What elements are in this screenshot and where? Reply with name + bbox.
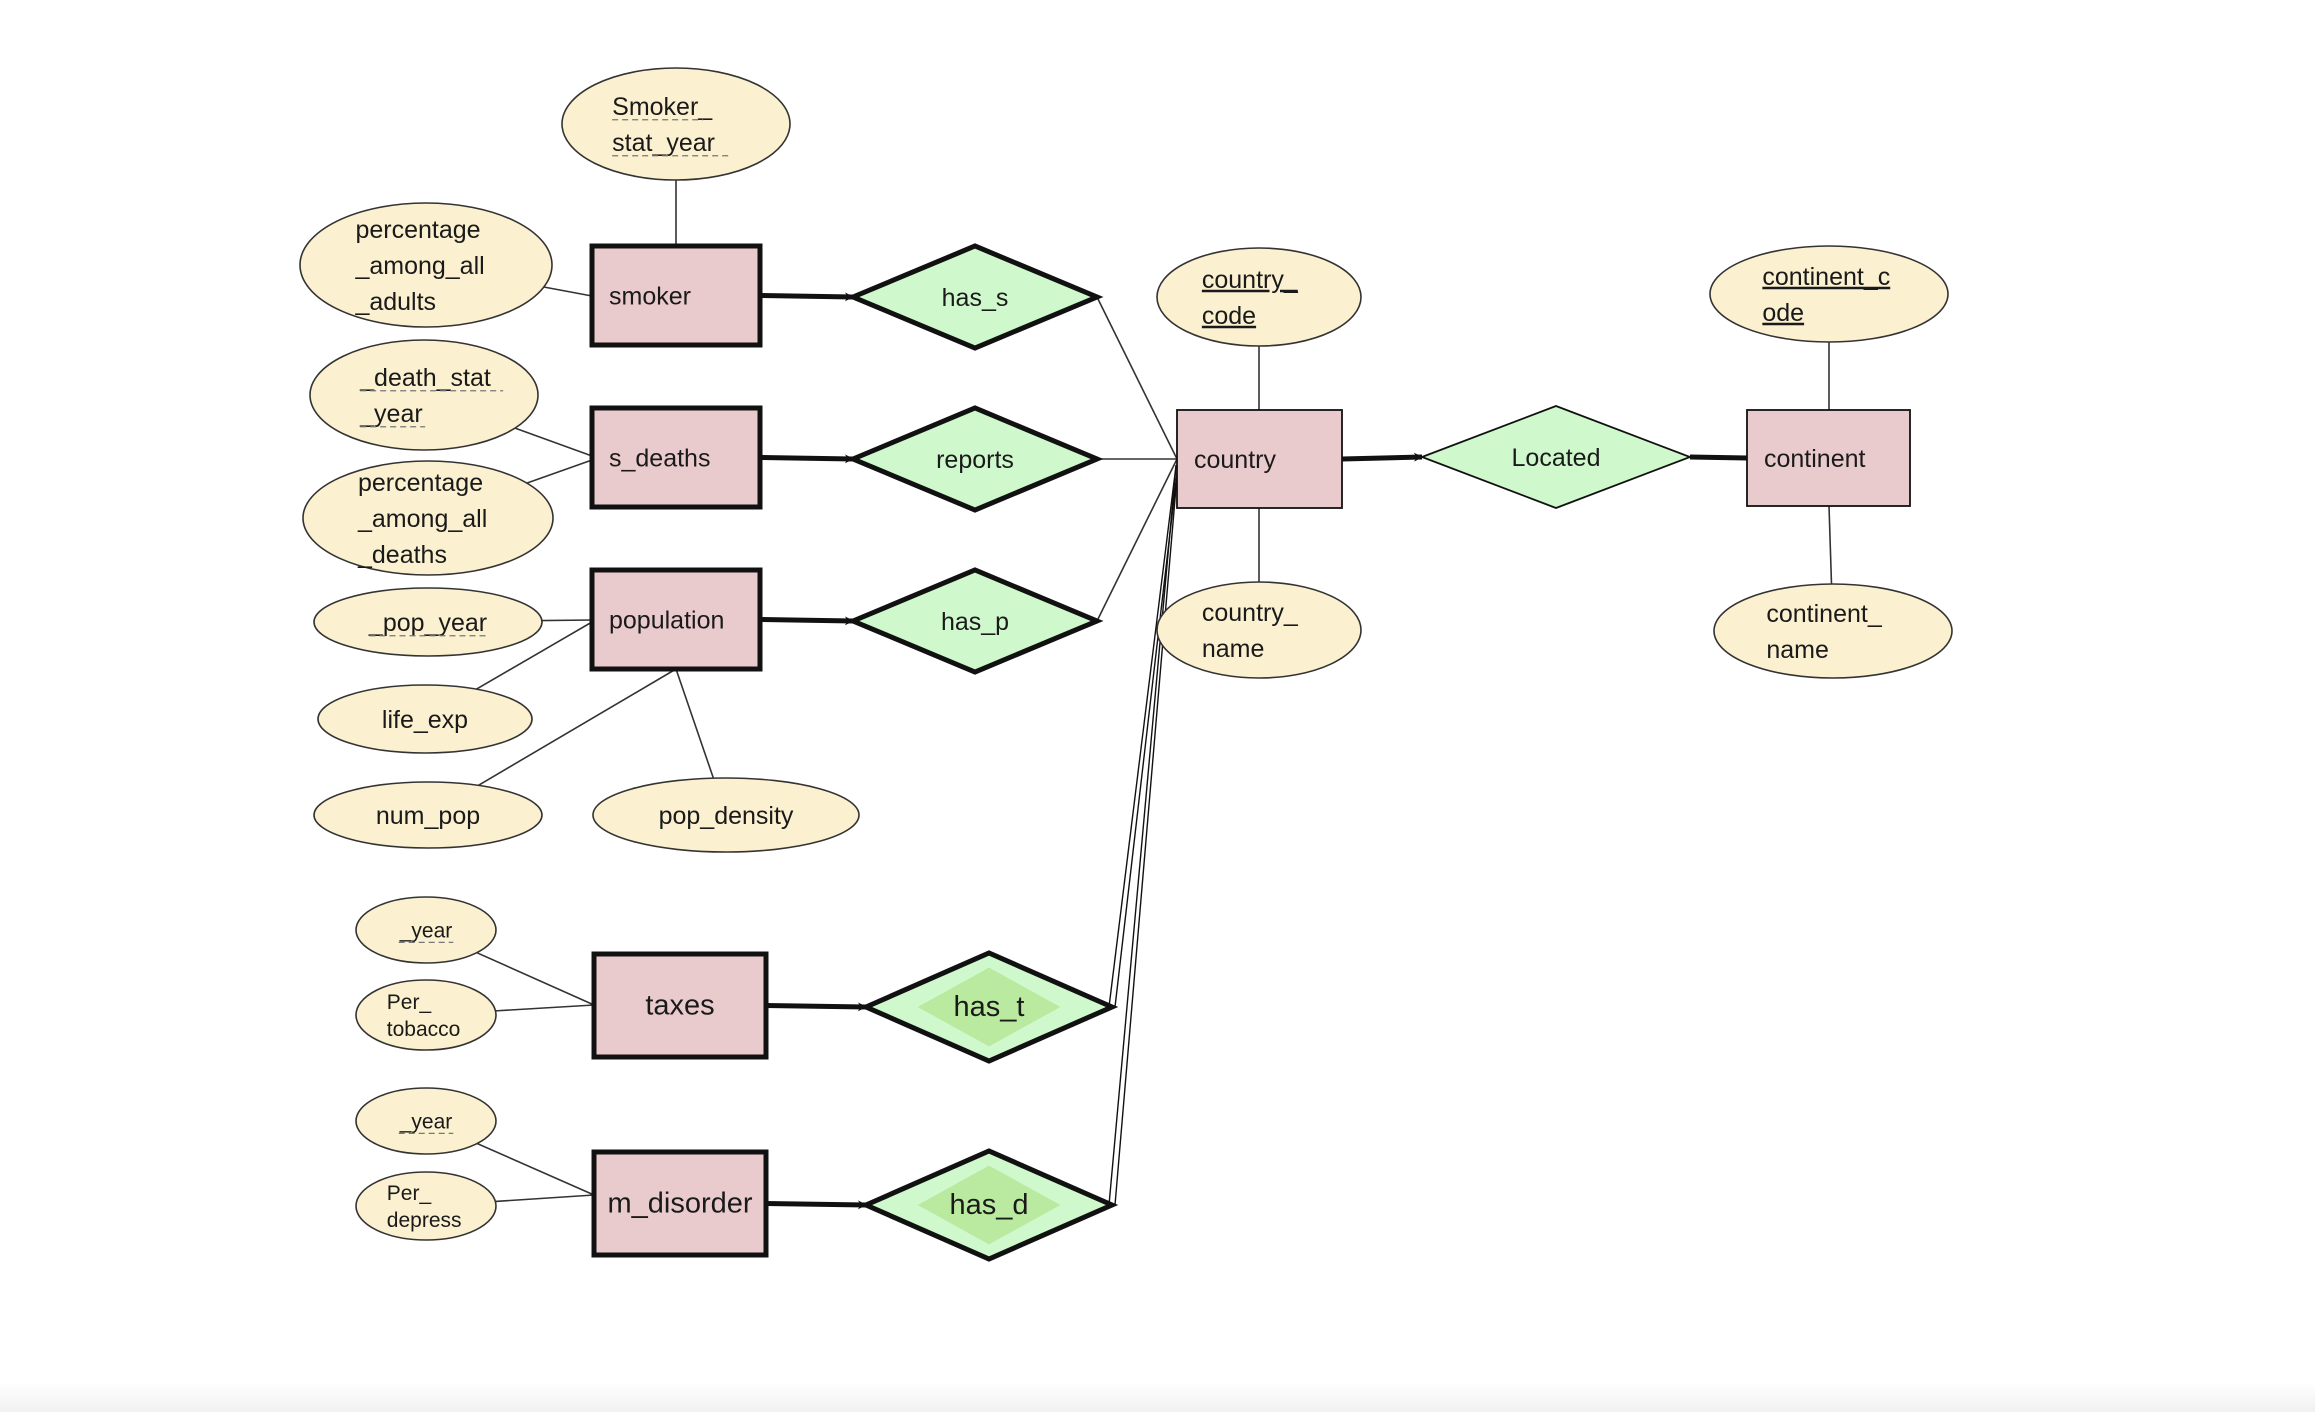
entity-taxes[interactable]: taxes	[591, 951, 769, 1060]
entity-label: smoker	[609, 283, 691, 311]
link-located-continent	[1689, 454, 1748, 461]
entity-s_deaths[interactable]: s_deaths	[589, 405, 763, 510]
attribute-label-line: ode	[1762, 299, 1804, 327]
attribute-pop_density[interactable]: pop_density	[592, 777, 860, 853]
attribute-label-line: _among_all	[357, 505, 487, 533]
attribute-pop_year[interactable]: _pop_year	[313, 587, 543, 657]
relationship-label: has_s	[942, 284, 1009, 312]
link-smoker-has_s	[759, 292, 854, 302]
attribute-label-line: _among_all	[354, 252, 484, 280]
attribute-label-line: percentage	[355, 216, 480, 244]
attribute-connector-pct_adults	[543, 286, 593, 297]
link-has_s-country	[1096, 296, 1178, 460]
attribute-label-line: life_exp	[382, 706, 468, 734]
attribute-label-line: _death_stat	[359, 364, 491, 392]
attribute-label-line: country_	[1202, 266, 1299, 294]
relationship-has_t[interactable]: has_t	[859, 950, 1119, 1064]
relationship-has_p[interactable]: has_p	[846, 567, 1104, 675]
attribute-connector-pop_year	[541, 619, 593, 622]
attribute-label-line: Per_	[387, 991, 432, 1014]
attribute-country_code[interactable]: country_code	[1156, 247, 1362, 347]
attribute-label-line: continent_	[1766, 600, 1882, 628]
attribute-label-line: Per_	[387, 1182, 432, 1205]
attribute-label-line: num_pop	[376, 802, 480, 830]
attribute-connector-per_depress	[495, 1194, 595, 1203]
relationship-has_s[interactable]: has_s	[846, 243, 1104, 351]
link-m_disorder-has_d	[765, 1200, 867, 1210]
attribute-label-line: percentage	[358, 469, 483, 497]
attribute-death_stat_year[interactable]: _death_stat _year	[309, 339, 539, 451]
attribute-label-line: name	[1766, 636, 1829, 664]
link-s_deaths-reports	[759, 454, 854, 464]
attribute-label-line: _deaths	[357, 541, 447, 569]
attribute-smoker_stat_year[interactable]: Smoker_ stat_year	[561, 67, 791, 181]
attribute-label-line: _year	[399, 1110, 453, 1133]
entity-m_disorder[interactable]: m_disorder	[591, 1149, 769, 1258]
attribute-num_pop[interactable]: num_pop	[313, 781, 543, 849]
bottom-fade	[0, 1382, 2315, 1412]
relationship-label: has_d	[949, 1189, 1028, 1221]
entity-label: taxes	[645, 990, 714, 1022]
attribute-label-line: continent_c	[1762, 263, 1890, 291]
attribute-label-line: depress	[387, 1209, 462, 1232]
attribute-label-line: pop_density	[659, 802, 794, 830]
relationship-has_d[interactable]: has_d	[859, 1148, 1119, 1262]
attribute-label-line: name	[1202, 635, 1265, 663]
attribute-per_depress[interactable]: Per_depress	[355, 1171, 497, 1241]
relationship-label: reports	[936, 446, 1014, 474]
entity-smoker[interactable]: smoker	[589, 243, 763, 348]
attribute-md_year[interactable]: _year	[355, 1087, 497, 1155]
attribute-label-line: stat_year	[612, 129, 715, 157]
relationship-located[interactable]: Located	[1419, 405, 1693, 509]
attribute-continent_code[interactable]: continent_code	[1709, 245, 1949, 343]
attribute-label-line: tobacco	[387, 1018, 461, 1041]
attribute-connector-death_stat_year	[514, 427, 593, 457]
link-has_d-country-line2	[1114, 464, 1179, 1206]
relationship-label: has_p	[941, 608, 1009, 636]
attribute-ellipse[interactable]	[1709, 245, 1949, 343]
attribute-continent_name[interactable]: continent_name	[1713, 583, 1953, 679]
entity-label: continent	[1764, 445, 1866, 473]
entity-label: m_disorder	[607, 1188, 752, 1220]
link-population-has_p	[759, 616, 854, 626]
entity-population[interactable]: population	[589, 567, 763, 672]
attribute-pct_adults[interactable]: percentage _among_all _adults	[299, 202, 553, 328]
entity-country[interactable]: country	[1176, 409, 1343, 509]
attribute-ellipse[interactable]	[1156, 581, 1362, 679]
attribute-label-line: _year	[359, 400, 423, 428]
entity-label: country	[1194, 446, 1276, 474]
attribute-label-line: country_	[1202, 599, 1299, 627]
attribute-label-line: _year	[399, 919, 453, 942]
link-has_t-country-line1	[1108, 464, 1177, 1008]
attribute-label-line: _adults	[354, 288, 436, 316]
entity-continent[interactable]: continent	[1746, 409, 1911, 507]
relationship-label: Located	[1512, 444, 1601, 472]
relationship-reports[interactable]: reports	[846, 405, 1104, 513]
attribute-per_tobacco[interactable]: Per_tobacco	[355, 979, 497, 1051]
attribute-label-line: Smoker_	[612, 93, 713, 121]
attribute-connector-taxes_year	[476, 951, 595, 1006]
link-has_p-country	[1096, 458, 1178, 622]
attribute-connector-md_year	[476, 1142, 595, 1196]
attribute-country_name[interactable]: country_name	[1156, 581, 1362, 679]
attribute-ellipse[interactable]	[1156, 247, 1362, 347]
attribute-ellipse[interactable]	[1713, 583, 1953, 679]
entity-label: population	[609, 607, 724, 635]
er-diagram-canvas: Smoker_ stat_year percentage _among_all _adu…	[299, 67, 1953, 1262]
attribute-ellipse[interactable]	[561, 67, 791, 181]
attribute-connector-per_tobacco	[495, 1004, 595, 1012]
link-country-located	[1341, 452, 1423, 462]
attribute-connector-pct_deaths	[526, 459, 593, 484]
attribute-connector-continent_name	[1828, 505, 1833, 585]
attribute-label-line: _pop_year	[368, 609, 487, 637]
attribute-taxes_year[interactable]: _year	[355, 896, 497, 964]
attribute-label-line: code	[1202, 302, 1256, 330]
attribute-pct_deaths[interactable]: percentage _among_all _deaths	[302, 460, 554, 576]
entity-label: s_deaths	[609, 445, 710, 473]
attribute-life_exp[interactable]: life_exp	[317, 684, 533, 754]
attribute-ellipse[interactable]	[309, 339, 539, 451]
relationship-label: has_t	[954, 991, 1025, 1023]
link-taxes-has_t	[765, 1002, 867, 1012]
attribute-connector-pop_density	[675, 668, 715, 779]
